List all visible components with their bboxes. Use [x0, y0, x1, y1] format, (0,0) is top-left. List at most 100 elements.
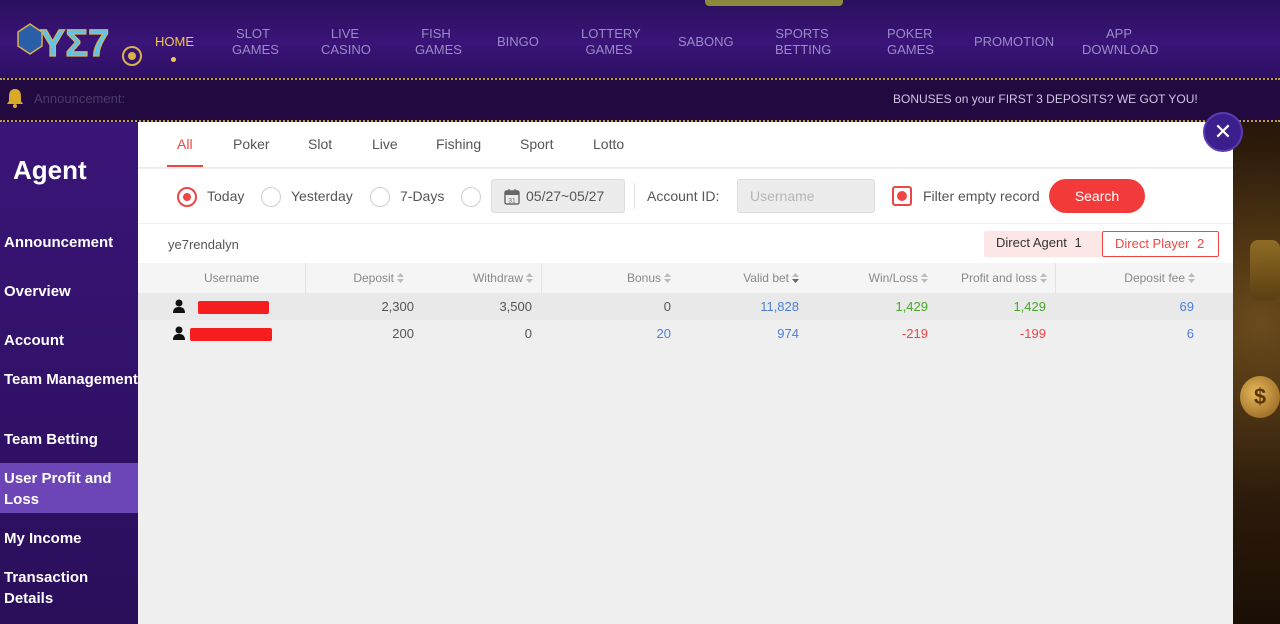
- radio-yesterday-label: Yesterday: [291, 188, 353, 204]
- announcement-label: Announcement:: [34, 91, 126, 106]
- tab-sport[interactable]: Sport: [520, 136, 553, 152]
- nav-sabong[interactable]: SABONG: [678, 34, 734, 50]
- agent-sidebar: Agent Announcement Overview Account Team…: [0, 122, 138, 624]
- redacted-username: [198, 301, 269, 314]
- direct-player-toggle[interactable]: Direct Player 2: [1102, 231, 1219, 257]
- sidebar-title: Agent: [13, 155, 87, 185]
- redacted-username: [190, 328, 272, 341]
- radio-7-days-label: 7-Days: [400, 188, 445, 204]
- nav-home[interactable]: HOME: [155, 34, 194, 50]
- sidebar-item-team-betting[interactable]: Team Betting: [0, 429, 138, 450]
- bell-icon: [7, 89, 23, 108]
- game-tabs: All Poker Slot Live Fishing Sport Lotto: [138, 122, 1233, 168]
- nav-slot-games[interactable]: SLOT GAMES: [232, 26, 279, 58]
- sort-icon: [1040, 273, 1047, 283]
- header-valid-bet[interactable]: Valid bet: [743, 271, 799, 285]
- radio-custom-range[interactable]: [461, 187, 481, 207]
- svg-text:YΣ7: YΣ7: [40, 23, 109, 65]
- upline-bar: ye7rendalyn Direct Agent 1 Direct Player…: [138, 223, 1233, 263]
- header-profit-and-loss-label: Profit and loss: [960, 271, 1037, 285]
- date-range-picker[interactable]: 31 05/27~05/27: [491, 179, 625, 213]
- nav-highlight: [705, 0, 843, 6]
- sort-icon: [1188, 273, 1195, 283]
- profit-loss-panel: All Poker Slot Live Fishing Sport Lotto …: [138, 122, 1233, 624]
- tab-live[interactable]: Live: [372, 136, 398, 152]
- sidebar-item-my-income[interactable]: My Income: [0, 528, 138, 549]
- sort-icon: [397, 273, 404, 283]
- background-decoration: [1233, 122, 1280, 624]
- header-win-loss[interactable]: Win/Loss: [869, 271, 928, 285]
- cell-bonus[interactable]: 20: [657, 326, 671, 341]
- upline-username[interactable]: ye7rendalyn: [168, 237, 239, 252]
- nav-lottery-games[interactable]: LOTTERY GAMES: [581, 26, 641, 58]
- gold-stack-decoration: [1250, 240, 1280, 300]
- tab-lotto[interactable]: Lotto: [593, 136, 624, 152]
- tab-fishing[interactable]: Fishing: [436, 136, 481, 152]
- header-bonus[interactable]: Bonus: [627, 271, 671, 285]
- nav-bingo[interactable]: BINGO: [497, 34, 539, 50]
- cell-bonus: 0: [663, 299, 671, 314]
- direct-agent-toggle[interactable]: Direct Agent 1: [984, 231, 1102, 257]
- radio-7-days[interactable]: [370, 187, 390, 207]
- radio-today[interactable]: [177, 187, 197, 207]
- cell-valid-bet[interactable]: 11,828: [760, 299, 799, 314]
- active-tab-indicator: [167, 165, 203, 167]
- account-id-input[interactable]: [737, 179, 875, 213]
- header-profit-and-loss[interactable]: Profit and loss: [961, 271, 1047, 285]
- filter-empty-record-label: Filter empty record: [923, 188, 1040, 204]
- cell-deposit-fee[interactable]: 6: [1187, 326, 1194, 341]
- search-button[interactable]: Search: [1049, 179, 1145, 213]
- tab-all[interactable]: All: [177, 136, 193, 152]
- filter-bar: Today Yesterday 7-Days 31 05/27~05/27 Ac…: [138, 169, 1233, 223]
- tab-poker[interactable]: Poker: [233, 136, 270, 152]
- nav-app-download[interactable]: APP DOWNLOAD: [1082, 26, 1159, 58]
- calendar-icon: 31: [504, 189, 520, 205]
- header-deposit[interactable]: Deposit: [353, 271, 404, 285]
- cell-profit-and-loss: -199: [1019, 326, 1046, 341]
- tab-slot[interactable]: Slot: [308, 136, 332, 152]
- sort-icon: [526, 273, 533, 283]
- header-win-loss-label: Win/Loss: [868, 271, 918, 285]
- cell-win-loss: 1,429: [895, 299, 928, 314]
- sidebar-item-overview[interactable]: Overview: [0, 281, 138, 302]
- header-withdraw[interactable]: Withdraw: [473, 271, 533, 285]
- table-header: Username Deposit Withdraw Bonus Valid be…: [138, 263, 1233, 293]
- close-icon[interactable]: ✕: [1203, 112, 1243, 152]
- cell-valid-bet[interactable]: 974: [777, 326, 799, 341]
- header-username: Username: [204, 271, 260, 285]
- sidebar-item-user-profit-and-loss[interactable]: User Profit and Loss: [0, 463, 138, 513]
- header-deposit-fee[interactable]: Deposit fee: [1124, 271, 1195, 285]
- nav-fish-games[interactable]: FISH GAMES: [415, 26, 462, 58]
- sort-icon: [921, 273, 928, 283]
- header-deposit-fee-label: Deposit fee: [1124, 271, 1185, 285]
- cell-deposit: 2,300: [381, 299, 414, 314]
- nav-poker-games[interactable]: POKER GAMES: [887, 26, 934, 58]
- direct-player-label: Direct Player: [1115, 236, 1190, 251]
- sidebar-item-transaction-details[interactable]: Transaction Details: [0, 567, 138, 609]
- user-icon: [173, 299, 185, 313]
- filter-empty-record-checkbox[interactable]: [892, 186, 912, 206]
- sidebar-item-account[interactable]: Account: [0, 330, 138, 351]
- nav-active-dot: [171, 57, 176, 62]
- ye7-logo[interactable]: YΣ7: [10, 14, 150, 70]
- cell-withdraw: 0: [524, 326, 532, 341]
- radio-yesterday[interactable]: [261, 187, 281, 207]
- account-id-label: Account ID:: [647, 188, 720, 204]
- sidebar-item-team-management[interactable]: Team Management: [0, 369, 138, 390]
- sort-desc-icon: [792, 273, 799, 283]
- sidebar-item-announcement[interactable]: Announcement: [0, 232, 138, 253]
- direct-agent-count: 1: [1074, 235, 1082, 250]
- table-row[interactable]: 200 0 20 974 -219 -199 6: [138, 320, 1233, 347]
- date-range-value: 05/27~05/27: [526, 188, 605, 204]
- direct-player-count: 2: [1197, 236, 1205, 251]
- nav-sports-betting[interactable]: SPORTS BETTING: [775, 26, 831, 58]
- cell-deposit-fee[interactable]: 69: [1180, 299, 1194, 314]
- direct-agent-label: Direct Agent: [996, 235, 1067, 250]
- filter-divider: [634, 183, 635, 209]
- table-row[interactable]: 2,300 3,500 0 11,828 1,429 1,429 69: [138, 293, 1233, 320]
- nav-promotion[interactable]: PROMOTION: [974, 34, 1054, 50]
- nav-live-casino[interactable]: LIVE CASINO: [321, 26, 371, 58]
- user-icon: [173, 326, 185, 340]
- svg-text:31: 31: [508, 198, 516, 205]
- header-bonus-label: Bonus: [626, 271, 661, 285]
